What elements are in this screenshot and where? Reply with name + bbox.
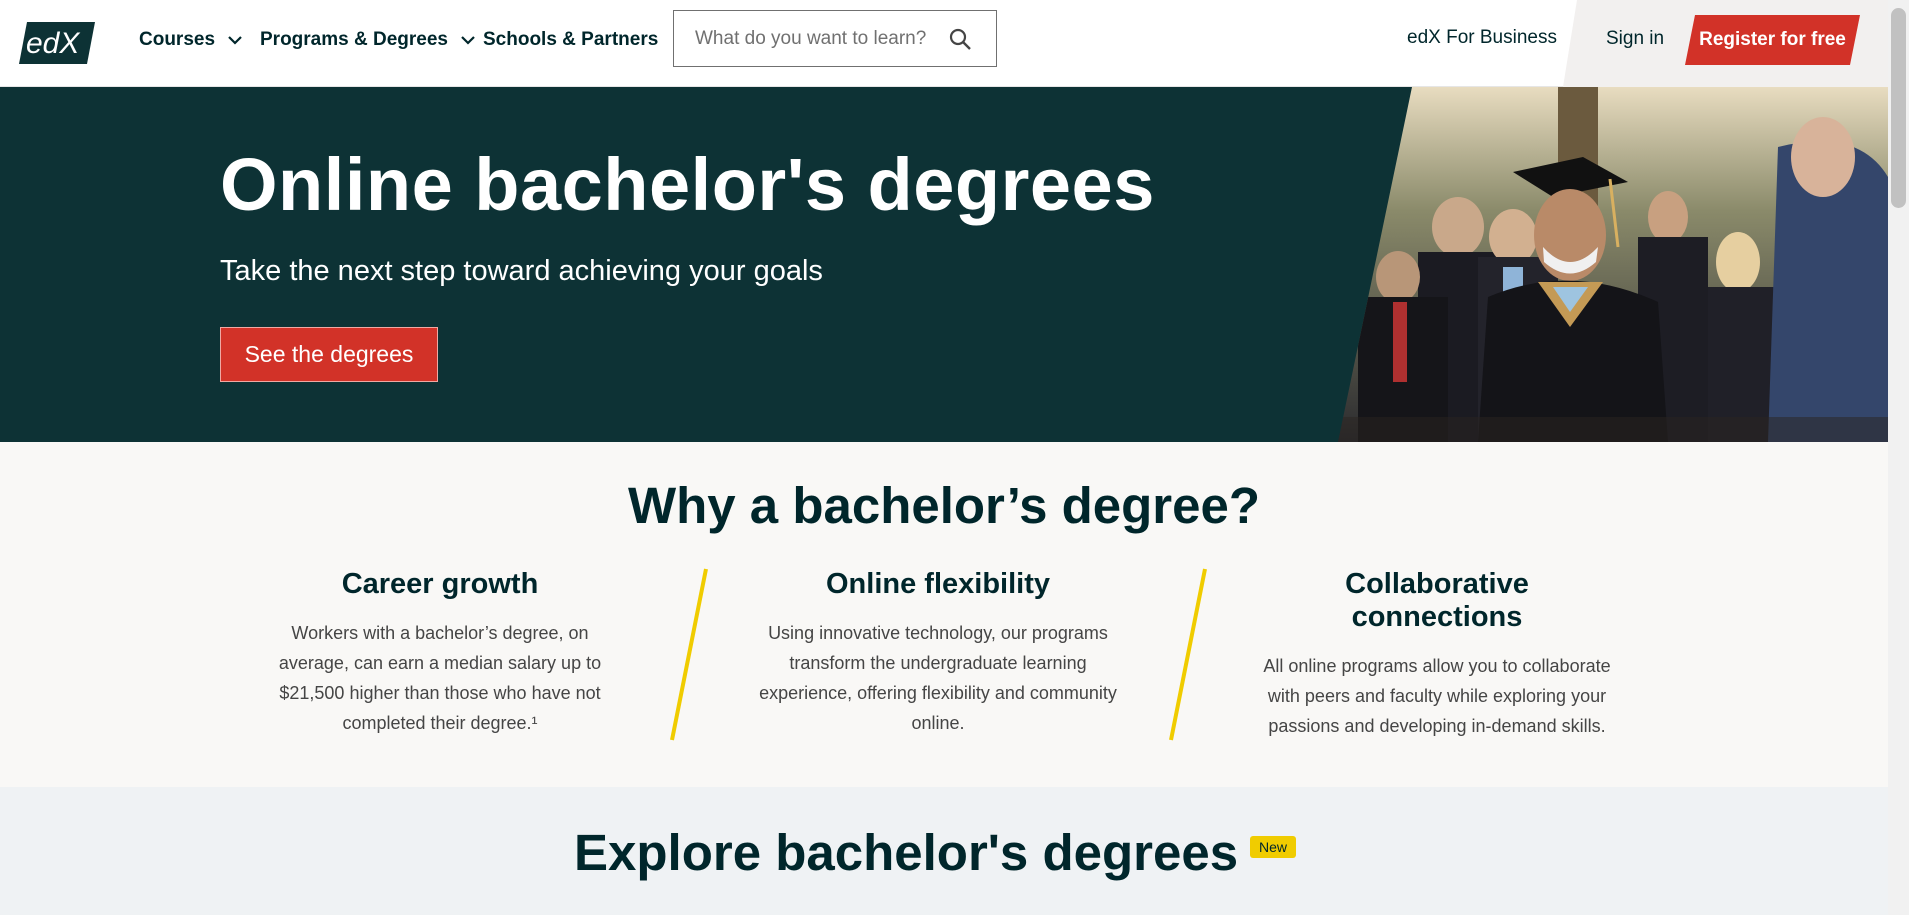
- logo-wordmark: edX: [26, 27, 80, 60]
- search-box: [673, 10, 997, 67]
- column-heading: Career growth: [341, 568, 539, 600]
- nav-courses-label: Courses: [139, 29, 216, 50]
- search-icon[interactable]: [948, 27, 972, 51]
- divider-slash: [1169, 568, 1207, 741]
- nav-programs-label: Programs & Degrees: [260, 29, 448, 50]
- site-header: edX Courses Programs & Degrees Schools &…: [0, 0, 1888, 87]
- column-text: Workers with a bachelor’s degree, on ave…: [278, 623, 602, 733]
- explore-title: Explore bachelor's degrees: [574, 824, 1239, 881]
- nav-schools-label: Schools & Partners: [483, 29, 659, 50]
- explore-section: Explore bachelor's degrees New: [0, 787, 1888, 915]
- hero-title: Online bachelor's degrees: [220, 143, 1155, 226]
- new-badge: New: [1250, 836, 1297, 858]
- search-input[interactable]: [674, 27, 934, 50]
- graduates-photo: [1338, 87, 1888, 442]
- chevron-down-icon: [228, 36, 242, 45]
- column-text: Using innovative technology, our program…: [759, 623, 1117, 733]
- nav-schools-partners[interactable]: Schools & Partners: [483, 29, 658, 51]
- online-flexibility-column: Online flexibility Using innovative tech…: [758, 568, 1118, 738]
- page-scrollbar[interactable]: [1888, 0, 1909, 915]
- career-growth-column: Career growth Workers with a bachelor’s …: [260, 568, 620, 738]
- edx-logo[interactable]: edX: [19, 22, 95, 64]
- sign-in-link[interactable]: Sign in: [1606, 28, 1664, 50]
- why-section: Why a bachelor’s degree? Career growth W…: [0, 442, 1888, 787]
- column-heading: Collaborative connections: [1345, 568, 1529, 633]
- see-degrees-button[interactable]: See the degrees: [220, 327, 438, 382]
- column-text: All online programs allow you to collabo…: [1263, 656, 1611, 736]
- column-heading: Online flexibility: [826, 568, 1050, 600]
- nav-programs-degrees[interactable]: Programs & Degrees: [260, 29, 476, 51]
- scrollbar-thumb[interactable]: [1891, 8, 1906, 208]
- why-title: Why a bachelor’s degree?: [627, 477, 1261, 534]
- business-link[interactable]: edX For Business: [1407, 27, 1557, 49]
- divider-slash: [670, 568, 708, 741]
- hero-subtitle: Take the next step toward achieving your…: [220, 255, 823, 287]
- hero-banner: Online bachelor's degrees Take the next …: [0, 87, 1888, 442]
- chevron-down-icon: [461, 36, 475, 45]
- nav-courses[interactable]: Courses: [139, 29, 243, 51]
- register-button[interactable]: Register for free: [1685, 15, 1860, 65]
- collaborative-connections-column: Collaborative connections All online pro…: [1257, 568, 1617, 741]
